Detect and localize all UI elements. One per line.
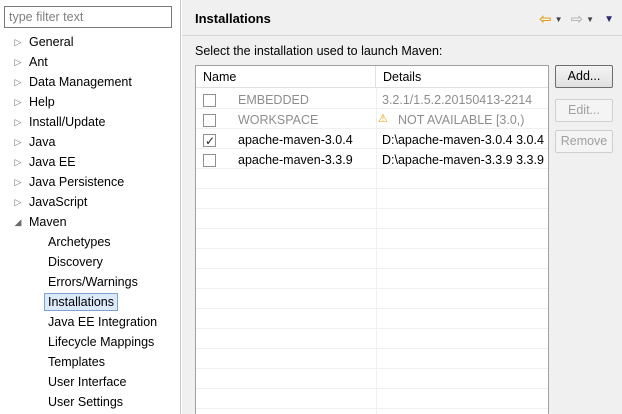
tree-item[interactable]: Templates bbox=[0, 352, 180, 372]
row-checkbox[interactable] bbox=[203, 131, 216, 151]
row-details: 3.2.1/1.5.2.20150413-2214 bbox=[382, 93, 533, 107]
tree-collapsed-icon[interactable]: ▷ bbox=[13, 132, 23, 152]
tree-item-label: Maven bbox=[29, 215, 67, 229]
tree-item-label: Java Persistence bbox=[29, 175, 125, 189]
view-menu-icon[interactable]: ▼ bbox=[604, 14, 614, 25]
instruction-text: Select the installation used to launch M… bbox=[195, 44, 443, 58]
grid-line bbox=[196, 169, 548, 189]
tree-item-label: Install/Update bbox=[29, 115, 106, 129]
row-name: WORKSPACE bbox=[238, 113, 319, 127]
arrow-left-icon[interactable]: ⇦ bbox=[539, 10, 552, 28]
table-row[interactable]: WORKSPACE ⚠ NOT AVAILABLE [3.0,) bbox=[196, 110, 548, 130]
tree-item-label: Java EE Integration bbox=[48, 315, 158, 329]
tree-collapsed-icon[interactable]: ▷ bbox=[13, 52, 23, 72]
edit-button[interactable]: Edit... bbox=[555, 99, 613, 122]
page-nav-toolbar: ⇦ ▼ ⇨ ▼ ▼ bbox=[539, 10, 614, 28]
tree-item-label: User Settings bbox=[48, 395, 124, 409]
tree-collapsed-icon[interactable]: ▷ bbox=[13, 92, 23, 112]
add-button[interactable]: Add... bbox=[555, 65, 613, 88]
arrow-right-icon[interactable]: ⇨ bbox=[571, 10, 584, 28]
grid-line bbox=[196, 249, 548, 269]
tree-collapsed-icon[interactable]: ▷ bbox=[13, 112, 23, 132]
tree-item-label: JavaScript bbox=[29, 195, 88, 209]
page-header: Installations ⇦ ▼ ⇨ ▼ ▼ bbox=[182, 0, 622, 36]
tree-item[interactable]: ▷ Ant bbox=[0, 52, 180, 72]
tree-item[interactable]: User Settings bbox=[0, 392, 180, 412]
row-name: apache-maven-3.0.4 bbox=[238, 133, 353, 147]
table-row[interactable]: apache-maven-3.0.4 D:\apache-maven-3.0.4 … bbox=[196, 130, 548, 151]
grid-line bbox=[196, 349, 548, 369]
tree-item-label: General bbox=[29, 35, 74, 49]
tree-item[interactable]: ▷ Java Persistence bbox=[0, 172, 180, 192]
grid-line bbox=[196, 329, 548, 349]
preference-page: Installations ⇦ ▼ ⇨ ▼ ▼ Select the installat… bbox=[182, 0, 622, 414]
tree-item-label: Data Management bbox=[29, 75, 132, 89]
installations-table: Name Details EMBEDDED 3.2.1/1.5.2.2015041… bbox=[195, 65, 549, 414]
tree-collapsed-icon[interactable]: ▷ bbox=[13, 152, 23, 172]
tree-item-label: Java bbox=[29, 135, 56, 149]
tree-item[interactable]: ▷ Install/Update bbox=[0, 112, 180, 132]
warning-icon: ⚠ bbox=[378, 113, 388, 125]
row-details: D:\apache-maven-3.3.9 3.3.9 bbox=[382, 153, 544, 167]
tree-collapsed-icon[interactable]: ▷ bbox=[13, 72, 23, 92]
preferences-tree-pane: ▷ General ▷ Ant ▷ Data Management ▷ Help ▷ Instal… bbox=[0, 0, 181, 414]
tree-item-label: Templates bbox=[48, 355, 105, 369]
row-details: NOT AVAILABLE [3.0,) bbox=[398, 113, 525, 127]
tree-item-label: Java EE bbox=[29, 155, 76, 169]
tree-item[interactable]: ▷ Java bbox=[0, 132, 180, 152]
tree-item[interactable]: Java EE Integration bbox=[0, 312, 180, 332]
tree-item-label: Errors/Warnings bbox=[48, 275, 138, 289]
grid-line bbox=[196, 209, 548, 229]
tree-item-label: Installations bbox=[44, 293, 119, 311]
tree-expanded-icon[interactable]: ◢ bbox=[13, 212, 23, 232]
grid-line bbox=[196, 229, 548, 249]
tree-item[interactable]: User Interface bbox=[0, 372, 180, 392]
tree-item[interactable]: Installations bbox=[0, 292, 180, 312]
tree-item[interactable]: Archetypes bbox=[0, 232, 180, 252]
tree-item-label: Ant bbox=[29, 55, 48, 69]
column-header-name[interactable]: Name bbox=[196, 66, 376, 88]
grid-line bbox=[196, 189, 548, 209]
table-row[interactable]: apache-maven-3.3.9 D:\apache-maven-3.3.9 … bbox=[196, 150, 548, 170]
tree-item[interactable]: Errors/Warnings bbox=[0, 272, 180, 292]
remove-button[interactable]: Remove bbox=[555, 130, 613, 153]
tree-item[interactable]: ▷ Help bbox=[0, 92, 180, 112]
tree-item[interactable]: ▷ Data Management bbox=[0, 72, 180, 92]
grid-line bbox=[196, 309, 548, 329]
column-header-details[interactable]: Details bbox=[376, 66, 548, 88]
grid-line bbox=[196, 269, 548, 289]
tree-item[interactable]: ▷ JavaScript bbox=[0, 192, 180, 212]
row-checkbox[interactable] bbox=[203, 94, 216, 107]
tree-collapsed-icon[interactable]: ▷ bbox=[13, 192, 23, 212]
row-name: apache-maven-3.3.9 bbox=[238, 153, 353, 167]
page-title: Installations bbox=[195, 11, 271, 26]
grid-line bbox=[196, 369, 548, 389]
tree-collapsed-icon[interactable]: ▷ bbox=[13, 32, 23, 52]
chevron-down-icon[interactable]: ▼ bbox=[586, 15, 594, 24]
table-row[interactable]: EMBEDDED 3.2.1/1.5.2.20150413-2214 bbox=[196, 90, 548, 110]
row-checkbox[interactable] bbox=[203, 154, 216, 167]
tree-item[interactable]: Discovery bbox=[0, 252, 180, 272]
row-name: EMBEDDED bbox=[238, 93, 309, 107]
preferences-tree: ▷ General ▷ Ant ▷ Data Management ▷ Help ▷ Instal… bbox=[0, 32, 180, 412]
tree-item[interactable]: ◢ Maven bbox=[0, 212, 180, 232]
row-details: D:\apache-maven-3.0.4 3.0.4 bbox=[382, 133, 544, 147]
filter-input[interactable] bbox=[4, 6, 172, 28]
row-checkbox[interactable] bbox=[203, 114, 216, 127]
tree-item-label: Lifecycle Mappings bbox=[48, 335, 155, 349]
tree-item-label: Help bbox=[29, 95, 55, 109]
tree-item-label: Archetypes bbox=[48, 235, 111, 249]
tree-item[interactable]: Lifecycle Mappings bbox=[0, 332, 180, 352]
tree-item-label: Discovery bbox=[48, 255, 103, 269]
tree-item[interactable]: ▷ Java EE bbox=[0, 152, 180, 172]
tree-collapsed-icon[interactable]: ▷ bbox=[13, 172, 23, 192]
tree-item[interactable]: ▷ General bbox=[0, 32, 180, 52]
grid-line bbox=[196, 389, 548, 409]
grid-line bbox=[196, 289, 548, 309]
chevron-down-icon[interactable]: ▼ bbox=[555, 15, 563, 24]
tree-item-label: User Interface bbox=[48, 375, 127, 389]
